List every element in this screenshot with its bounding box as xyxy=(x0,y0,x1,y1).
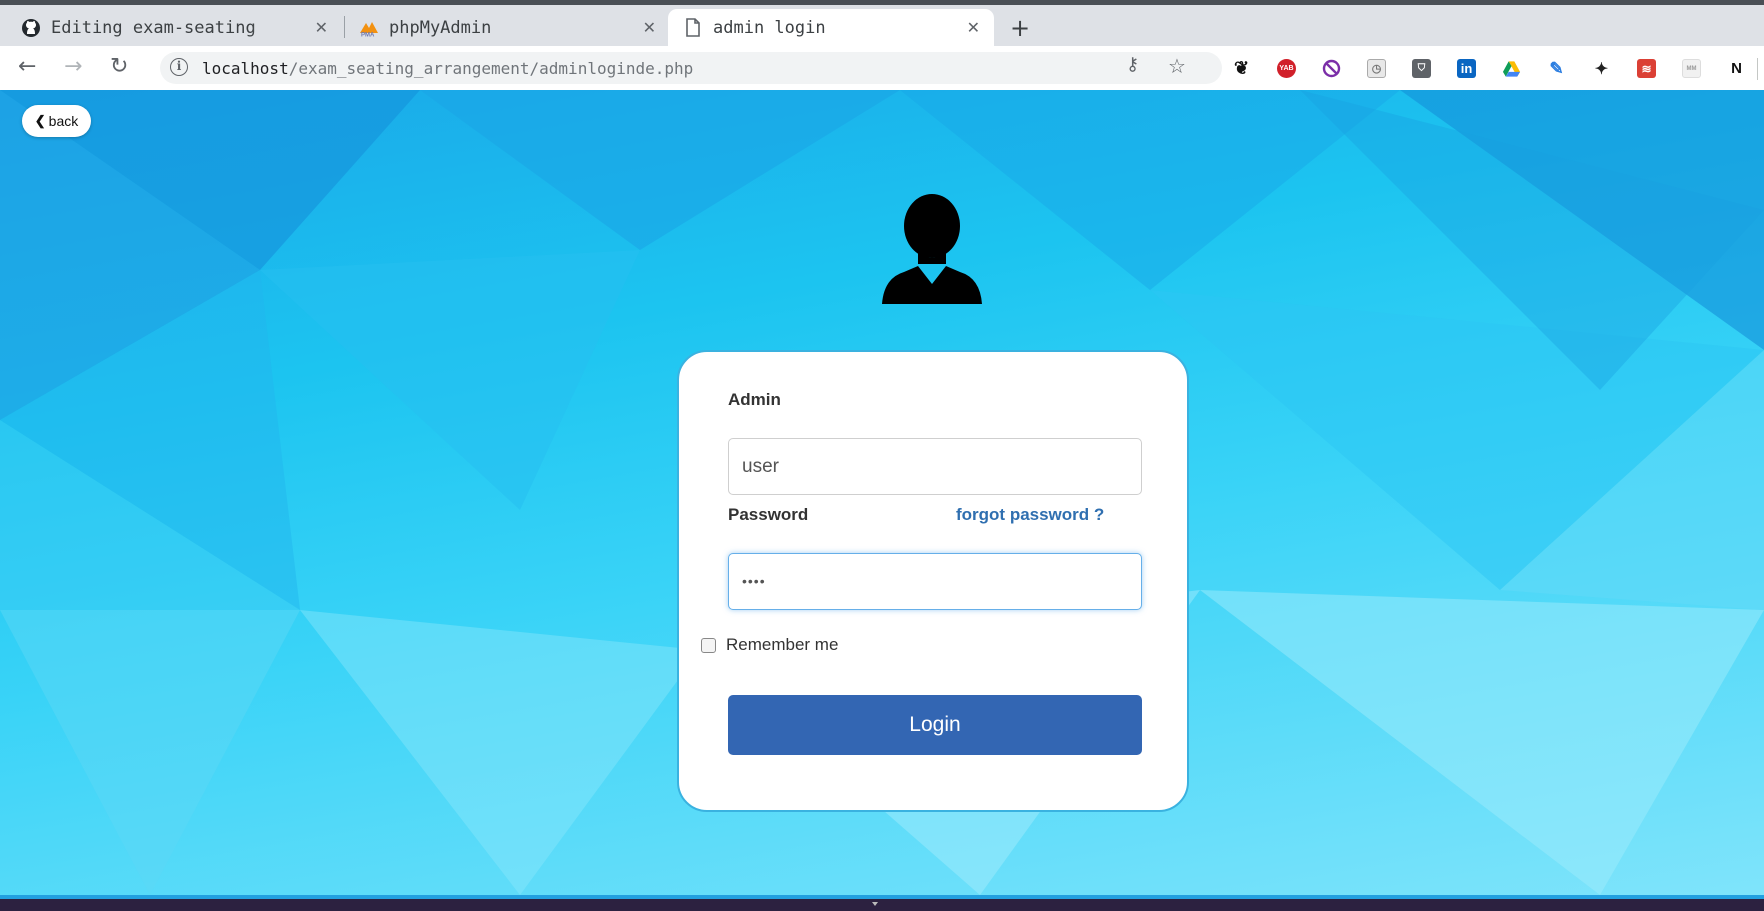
forward-arrow-icon[interactable]: → xyxy=(64,54,82,79)
tab-separator xyxy=(344,16,345,38)
browser-toolbar: ← → ↻ i localhost/exam_seating_arrangeme… xyxy=(0,46,1764,90)
page-viewport: ❮ back Admin user Password forgot passwo… xyxy=(0,90,1764,895)
linkedin-icon[interactable]: in xyxy=(1457,59,1476,78)
admin-label: Admin xyxy=(728,390,781,409)
pen-icon[interactable]: ✎ xyxy=(1547,59,1566,78)
tab-admin-login[interactable]: admin login ✕ xyxy=(668,9,994,46)
tab-phpmyadmin[interactable]: PMA phpMyAdmin ✕ xyxy=(350,9,670,46)
address-bar[interactable]: i localhost/exam_seating_arrangement/adm… xyxy=(160,52,1222,84)
tab-strip: Editing exam-seating ✕ PMA phpMyAdmin ✕ … xyxy=(0,0,1764,46)
admin-username-input[interactable]: user xyxy=(728,438,1142,495)
forgot-password-link[interactable]: forgot password ? xyxy=(956,505,1104,525)
shield-icon[interactable]: ⛉ xyxy=(1412,59,1431,78)
toolbar-divider xyxy=(1757,58,1758,80)
close-icon[interactable]: ✕ xyxy=(967,18,980,37)
tab-title: phpMyAdmin xyxy=(389,17,492,38)
reload-icon[interactable]: ↻ xyxy=(110,54,128,79)
back-button[interactable]: ❮ back xyxy=(22,105,91,137)
password-input[interactable]: •••• xyxy=(728,553,1142,610)
tab-title: admin login xyxy=(713,17,826,38)
gnome-icon[interactable]: ❦ xyxy=(1232,58,1251,78)
login-card: Admin user Password forgot password ? ••… xyxy=(677,350,1189,812)
document-icon xyxy=(682,17,704,39)
svg-text:PMA: PMA xyxy=(361,32,375,37)
close-icon[interactable]: ✕ xyxy=(643,18,656,37)
drive-icon[interactable] xyxy=(1502,59,1521,78)
github-icon xyxy=(20,17,42,39)
block-icon[interactable] xyxy=(1322,59,1341,78)
phpmyadmin-icon: PMA xyxy=(358,17,380,39)
info-icon[interactable]: i xyxy=(170,58,188,76)
mm-icon[interactable]: MM xyxy=(1682,59,1701,78)
url-text[interactable]: localhost/exam_seating_arrangement/admin… xyxy=(202,59,693,78)
kangaroo-icon[interactable]: ✦ xyxy=(1592,59,1611,78)
tab-title: Editing exam-seating xyxy=(51,17,256,38)
remember-me-label: Remember me xyxy=(726,635,839,654)
tab-editing[interactable]: Editing exam-seating ✕ xyxy=(12,9,342,46)
admin-user-icon xyxy=(882,194,982,304)
password-label: Password xyxy=(728,505,809,524)
close-icon[interactable]: ✕ xyxy=(315,18,328,37)
key-icon[interactable]: ⚷ xyxy=(1126,54,1139,75)
new-tab-icon[interactable]: + xyxy=(1010,14,1030,42)
todoist-icon[interactable]: ≋ xyxy=(1637,59,1656,78)
back-button-label: back xyxy=(48,113,79,129)
yab-icon[interactable]: YAB xyxy=(1277,59,1296,78)
back-arrow-icon[interactable]: ← xyxy=(18,54,36,79)
chevron-left-icon: ❮ xyxy=(34,113,46,128)
taskbar xyxy=(0,895,1764,911)
login-button[interactable]: Login xyxy=(728,695,1142,755)
star-icon[interactable]: ☆ xyxy=(1168,54,1186,78)
timer-icon[interactable]: ◷ xyxy=(1367,59,1386,78)
notion-icon[interactable]: N xyxy=(1727,59,1746,78)
remember-me[interactable]: Remember me xyxy=(701,635,838,655)
remember-me-checkbox[interactable] xyxy=(701,637,716,653)
